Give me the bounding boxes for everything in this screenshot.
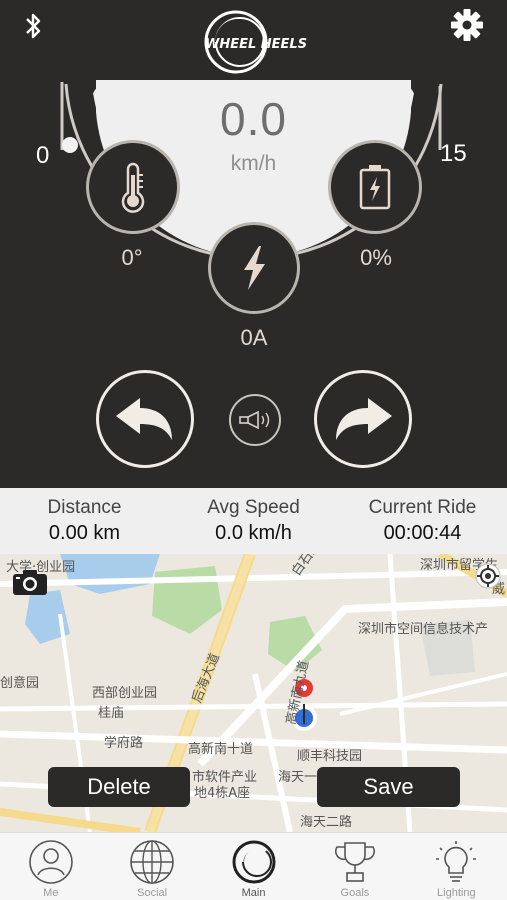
- dashboard-panel: WHEEL HEELS 0.0 km/h 0 15 0° 0% 0A: [0, 0, 507, 488]
- tab-goals[interactable]: Goals: [304, 833, 405, 900]
- thermometer-icon: [121, 162, 145, 213]
- tab-social-label: Social: [137, 887, 168, 899]
- bluetooth-icon[interactable]: [18, 10, 48, 44]
- globe-icon: [130, 840, 174, 884]
- battery-icon: [359, 165, 391, 210]
- tab-me[interactable]: Me: [0, 833, 101, 900]
- temperature-gauge[interactable]: [86, 140, 180, 234]
- speed-unit: km/h: [230, 152, 277, 175]
- horn-icon: [239, 410, 270, 430]
- map-label: 海天二路: [300, 815, 353, 830]
- lightning-bolt-icon: [244, 246, 265, 290]
- speed-value: 0.0: [220, 93, 287, 145]
- current-ride-value: 00:00:44: [383, 522, 462, 544]
- camera-icon[interactable]: [12, 568, 48, 596]
- tab-main-label: Main: [241, 887, 266, 899]
- current-gauge[interactable]: [208, 222, 300, 314]
- svg-text:WHEEL HEELS: WHEEL HEELS: [205, 37, 307, 52]
- bottom-tab-bar: Me Social Main Goals Lighting: [0, 832, 507, 900]
- scale-max-label: 15: [440, 140, 467, 167]
- delete-button[interactable]: Delete: [48, 767, 190, 807]
- avg-speed-value: 0.0 km/h: [215, 522, 292, 544]
- save-button[interactable]: Save: [317, 767, 460, 807]
- map-label: 海天一: [278, 770, 318, 785]
- distance-value: 0.00 km: [48, 522, 121, 544]
- wheel-heels-logo: WHEEL HEELS: [200, 6, 310, 78]
- locate-me-icon[interactable]: [474, 562, 502, 590]
- tab-lighting[interactable]: Lighting: [406, 833, 507, 900]
- route-map[interactable]: 大学·创业园 深圳市留学生 白石路 深圳市空间信息技术产 创意园 西部创业园 桂…: [0, 554, 507, 832]
- map-label: 地4栋A座: [194, 786, 251, 801]
- battery-value: 0%: [360, 245, 392, 270]
- map-label: 西部创业园: [92, 686, 158, 701]
- temperature-value: 0°: [121, 245, 143, 270]
- turn-right-button[interactable]: [314, 370, 412, 468]
- battery-gauge[interactable]: [328, 140, 422, 234]
- person-icon: [28, 840, 73, 884]
- map-label: 学府路: [104, 736, 144, 751]
- avg-speed-stat: Avg Speed 0.0 km/h: [169, 488, 338, 554]
- lightbulb-icon: [436, 841, 477, 882]
- current-value: 0A: [240, 325, 268, 350]
- current-ride-stat: Current Ride 00:00:44: [338, 488, 507, 554]
- horn-button[interactable]: [229, 394, 281, 446]
- tab-me-label: Me: [43, 887, 59, 899]
- turn-left-arrow-icon: [116, 398, 172, 440]
- tab-main[interactable]: Main: [203, 833, 304, 900]
- tab-lighting-label: Lighting: [437, 887, 476, 899]
- distance-stat: Distance 0.00 km: [0, 488, 169, 554]
- scale-min-label: 0: [36, 142, 50, 169]
- avg-speed-label: Avg Speed: [207, 497, 300, 518]
- tab-goals-label: Goals: [340, 887, 370, 899]
- map-label: 创意园: [0, 676, 40, 691]
- map-label: 高新南十道: [188, 742, 254, 757]
- map-label: 顺丰科技园: [297, 749, 363, 764]
- trophy-icon: [334, 842, 375, 882]
- turn-left-button[interactable]: [96, 370, 194, 468]
- settings-gear-icon[interactable]: [448, 6, 486, 44]
- ride-stats-bar: Distance 0.00 km Avg Speed 0.0 km/h Curr…: [0, 488, 507, 554]
- distance-label: Distance: [47, 497, 122, 518]
- turn-right-arrow-icon: [336, 398, 392, 440]
- wheel-logo-icon: [232, 840, 276, 884]
- map-label: 深圳市空间信息技术产: [358, 622, 489, 637]
- current-ride-label: Current Ride: [368, 497, 477, 518]
- map-label: 桂庙: [98, 706, 125, 721]
- tab-social[interactable]: Social: [101, 833, 202, 900]
